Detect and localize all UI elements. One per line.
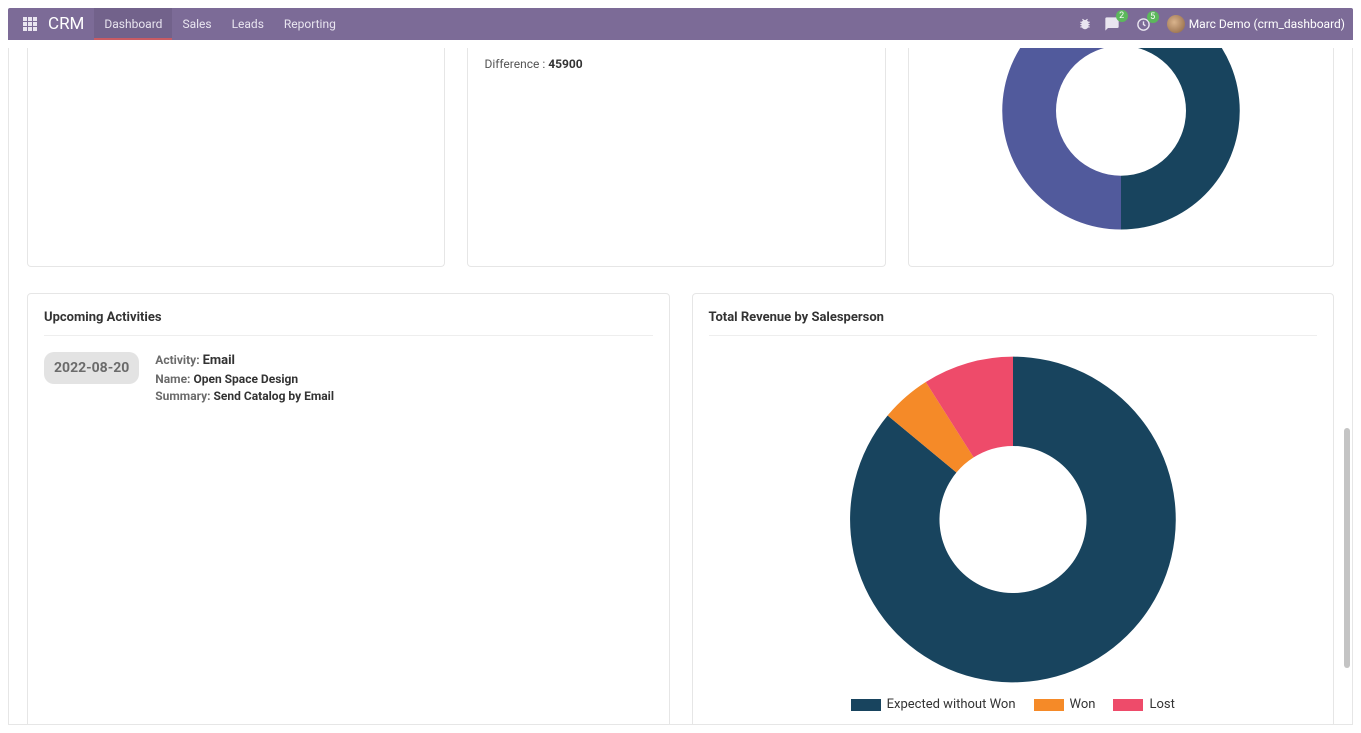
revenue-card-title: Total Revenue by Salesperson (709, 310, 1318, 336)
avatar (1167, 15, 1185, 33)
activity-name: Open Space Design (193, 372, 298, 386)
difference-value: 45900 (548, 57, 582, 71)
activities-badge: 5 (1147, 11, 1159, 23)
swatch-won (1034, 699, 1064, 711)
legend-won[interactable]: Won (1034, 697, 1096, 712)
user-menu[interactable]: Marc Demo (crm_dashboard) (1167, 15, 1345, 33)
activity-summary: Send Catalog by Email (214, 389, 335, 403)
upcoming-activities-title: Upcoming Activities (44, 310, 653, 336)
tab-sales[interactable]: Sales (172, 8, 221, 40)
activity-details: Activity: Email Name: Open Space Design … (155, 352, 334, 406)
swatch-expected (851, 699, 881, 711)
legend-lost-label: Lost (1149, 697, 1174, 712)
app-brand[interactable]: CRM (44, 8, 94, 40)
tab-leads[interactable]: Leads (222, 8, 274, 40)
tab-reporting[interactable]: Reporting (274, 8, 346, 40)
revenue-donut-chart (833, 352, 1193, 687)
revenue-legend: Expected without Won Won Lost (851, 697, 1175, 712)
activities-icon[interactable]: 5 (1136, 17, 1151, 32)
activity-summary-label: Summary: (155, 389, 213, 403)
messages-badge: 2 (1116, 10, 1128, 22)
legend-expected[interactable]: Expected without Won (851, 697, 1016, 712)
swatch-lost (1113, 699, 1143, 711)
activity-name-label: Name: (155, 372, 193, 386)
top-card-1 (27, 48, 445, 267)
legend-expected-label: Expected without Won (887, 697, 1016, 712)
activity-date: 2022-08-20 (44, 352, 139, 384)
legend-lost[interactable]: Lost (1113, 697, 1174, 712)
small-donut-chart (925, 63, 1317, 250)
upcoming-activities-card: Upcoming Activities 2022-08-20 Activity:… (27, 293, 670, 725)
debug-icon[interactable] (1078, 17, 1092, 31)
dashboard-content: Difference : 45900 Upcoming Activities (8, 48, 1353, 725)
activity-type: Email (203, 353, 235, 368)
scrollbar[interactable] (1344, 428, 1350, 668)
legend-won-label: Won (1070, 697, 1096, 712)
nav-tabs: Dashboard Sales Leads Reporting (94, 8, 345, 40)
apps-icon[interactable] (16, 8, 44, 40)
user-display-name: Marc Demo (crm_dashboard) (1189, 17, 1345, 31)
tab-dashboard[interactable]: Dashboard (94, 8, 172, 40)
top-card-2: Difference : 45900 (467, 48, 885, 267)
messages-icon[interactable]: 2 (1104, 16, 1120, 32)
activity-row[interactable]: 2022-08-20 Activity: Email Name: Open Sp… (44, 352, 653, 406)
activity-label: Activity: (155, 353, 202, 367)
revenue-by-salesperson-card: Total Revenue by Salesperson (692, 293, 1335, 725)
difference-line: Difference : 45900 (484, 57, 868, 71)
difference-label: Difference : (484, 57, 548, 71)
top-card-3 (908, 48, 1334, 267)
top-navbar: CRM Dashboard Sales Leads Reporting 2 5 … (8, 8, 1353, 40)
